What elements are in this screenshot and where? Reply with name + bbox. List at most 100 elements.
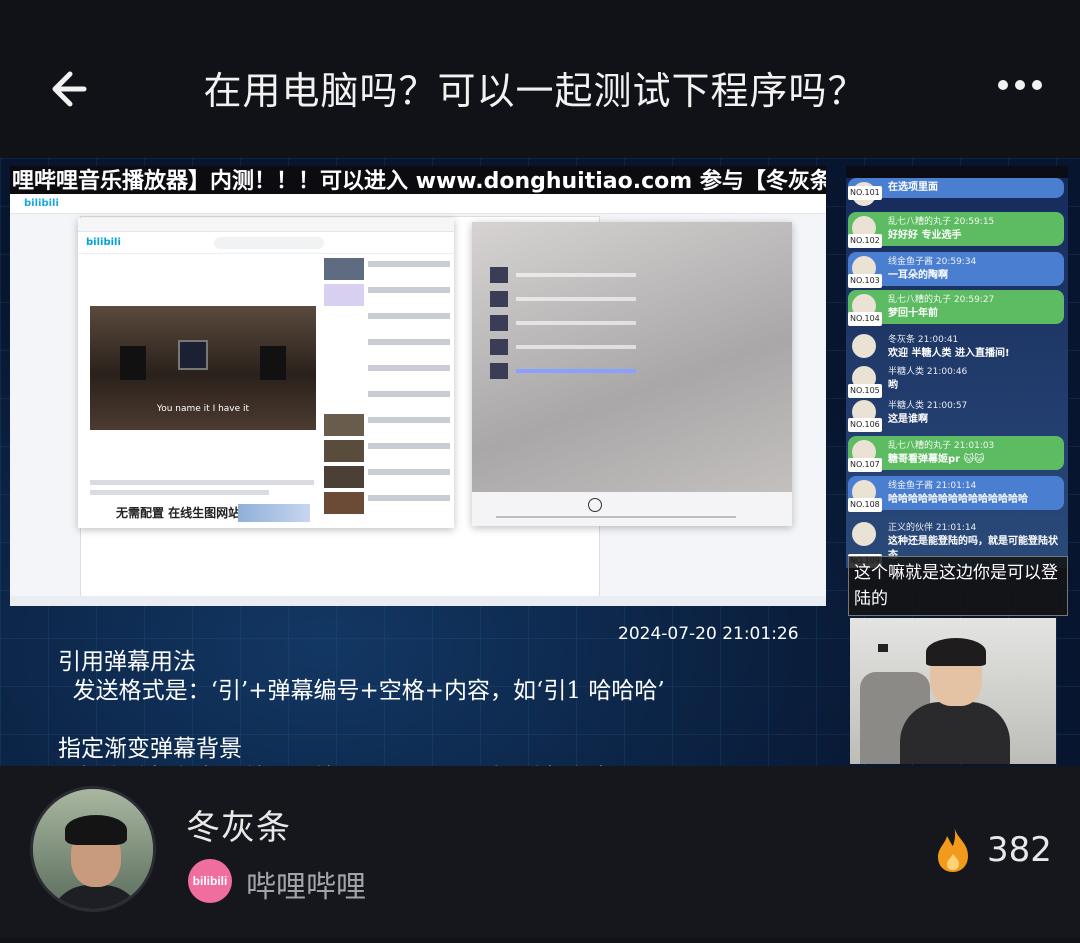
danmaku-message: NO.107 乱七八糟的丸子 21:01:03 糖哥看弹幕姬pr 🐱🐱 bbox=[848, 436, 1064, 472]
danmaku-sender: 乱七八糟的丸子 20:59:27 bbox=[888, 295, 995, 305]
video-player: You name it I have it bbox=[90, 306, 316, 430]
live-stream-video[interactable]: 哩哔哩音乐播放器】内测！！！可以进入 www.donghuitiao.com 参… bbox=[0, 158, 1080, 766]
list-item bbox=[324, 310, 450, 332]
danmaku-text: 这是谁啊 bbox=[888, 414, 928, 425]
shared-screen: bilibili bilibili You name it I have it bbox=[10, 194, 826, 606]
avatar[interactable] bbox=[30, 786, 156, 912]
danmaku-text: 梦回十年前 bbox=[888, 308, 938, 319]
playback-progress bbox=[496, 516, 736, 518]
streamer-body bbox=[900, 702, 1010, 764]
platform-name: 哔哩哔哩 bbox=[246, 870, 366, 905]
list-item bbox=[324, 336, 450, 358]
danmaku-message: NO.105 半糖人类 21:00:46 哟 bbox=[848, 362, 1064, 398]
bilibili-logo-icon: bilibili bbox=[24, 198, 59, 209]
video-description bbox=[90, 480, 314, 500]
danmaku-message: NO.101 在选项里面 bbox=[848, 178, 1064, 206]
danmaku-text: 哈哈哈哈哈哈哈哈哈哈哈哈哈哈 bbox=[888, 494, 1028, 505]
browser-topnav: bilibili bbox=[10, 194, 826, 214]
fire-icon bbox=[938, 826, 968, 872]
list-item bbox=[324, 414, 450, 436]
page-title: 在用电脑吗？可以一起测试下程序吗？ bbox=[203, 69, 867, 113]
streamer-name[interactable]: 冬灰条 bbox=[186, 800, 291, 849]
list-item bbox=[324, 466, 450, 488]
streamer-webcam bbox=[850, 618, 1056, 764]
live-room-screen: 在用电脑吗？可以一起测试下程序吗？ 哩哔哩音乐播放器】内测！！！可以进入 www… bbox=[0, 0, 1080, 943]
bilibili-video-window: bilibili You name it I have it 无需配置 在线生图… bbox=[78, 218, 454, 528]
wall-socket bbox=[878, 644, 888, 652]
recommend-list bbox=[324, 258, 450, 524]
danmaku-message: NO.103 线金鱼子酱 20:59:34 一耳朵的陶啊 bbox=[848, 252, 1064, 288]
track-row bbox=[490, 362, 780, 380]
speaker-left bbox=[120, 346, 146, 380]
danmaku-sender: 半糖人类 21:00:57 bbox=[888, 401, 968, 411]
windows-taskbar bbox=[10, 596, 826, 606]
danmaku-sender: 冬灰条 21:00:41 bbox=[888, 335, 959, 345]
danmaku-panel: NO.101 在选项里面 NO.102 乱七八糟的丸子 20:59:15 好好好 专业选… bbox=[846, 166, 1068, 568]
danmaku-text: 在选项里面 bbox=[888, 182, 938, 193]
instruction-line bbox=[58, 706, 665, 735]
list-item bbox=[324, 362, 450, 384]
back-arrow-icon[interactable] bbox=[44, 62, 100, 118]
instruction-line: 发送格式是：‘引’+弹幕编号+空格+内容，如‘引1 哈哈哈’ bbox=[58, 678, 665, 704]
danmaku-text: 哟 bbox=[888, 380, 898, 391]
list-item bbox=[324, 284, 450, 306]
playback-controls bbox=[472, 492, 792, 526]
danmaku-avatar bbox=[852, 522, 876, 546]
danmaku-message: NO.104 乱七八糟的丸子 20:59:27 梦回十年前 bbox=[848, 290, 1064, 326]
danmaku-message: 冬灰条 21:00:41 欢迎 半糖人类 进入直播间! bbox=[848, 330, 1064, 364]
track-row bbox=[490, 314, 780, 332]
danmaku-message: NO.106 半糖人类 21:00:57 这是谁啊 bbox=[848, 396, 1064, 432]
danmaku-sender: 正义的伙伴 21:01:14 bbox=[888, 523, 977, 533]
instruction-line: 指定渐变弹幕背景 bbox=[58, 736, 242, 762]
list-item bbox=[324, 258, 450, 280]
bilibili-logo-icon: bilibili bbox=[86, 237, 121, 248]
ad-banner: 无需配置 在线生图网站 bbox=[88, 502, 316, 524]
list-item bbox=[324, 388, 450, 410]
danmaku-number: NO.107 bbox=[848, 458, 882, 472]
danmaku-number: NO.102 bbox=[848, 234, 882, 248]
site-search-bar bbox=[214, 237, 324, 249]
danmaku-number: NO.103 bbox=[848, 274, 882, 288]
danmaku-number: NO.106 bbox=[848, 418, 882, 432]
danmaku-message: NO.102 乱七八糟的丸子 20:59:15 好好好 专业选手 bbox=[848, 212, 1064, 248]
danmaku-number: NO.108 bbox=[848, 498, 882, 512]
danmaku-message: NO.108 线金鱼子酱 21:01:14 哈哈哈哈哈哈哈哈哈哈哈哈哈哈 bbox=[848, 476, 1064, 512]
track-row bbox=[490, 266, 780, 284]
stream-timestamp: 2024-07-20 21:01:26 bbox=[618, 624, 799, 644]
list-item bbox=[324, 492, 450, 514]
danmaku-sender: 乱七八糟的丸子 20:59:15 bbox=[888, 217, 995, 227]
instruction-line: 引用弹幕用法 bbox=[58, 649, 196, 675]
danmaku-number: NO.101 bbox=[848, 186, 882, 200]
bottom-edge bbox=[0, 938, 1080, 943]
danmaku-text: 好好好 专业选手 bbox=[888, 230, 962, 241]
speech-subtitle: 这个嘛就是这边你是可以登陆的 bbox=[848, 556, 1068, 616]
danmaku-number: NO.104 bbox=[848, 312, 882, 326]
danmaku-sender: 线金鱼子酱 20:59:34 bbox=[888, 257, 977, 267]
studio-monitor bbox=[178, 340, 208, 370]
ad-image bbox=[238, 504, 310, 522]
danmaku-sender: 乱七八糟的丸子 21:01:03 bbox=[888, 441, 995, 451]
list-item bbox=[324, 440, 450, 462]
danmaku-instructions: 引用弹幕用法 发送格式是：‘引’+弹幕编号+空格+内容，如‘引1 哈哈哈’ 指定渐… bbox=[58, 648, 665, 766]
more-dots-icon[interactable] bbox=[998, 80, 1044, 96]
danmaku-text: 欢迎 半糖人类 进入直播间! bbox=[888, 348, 1010, 359]
track-row bbox=[490, 290, 780, 308]
site-nav: bilibili bbox=[78, 232, 454, 254]
popularity-count: 382 bbox=[987, 830, 1052, 870]
streamer-hair bbox=[926, 638, 986, 666]
danmaku-text: 糖哥看弹幕姬pr 🐱🐱 bbox=[888, 454, 985, 465]
danmaku-avatar bbox=[852, 334, 876, 358]
panel-header bbox=[846, 166, 1068, 178]
window-titlebar bbox=[78, 218, 454, 232]
video-caption: You name it I have it bbox=[156, 404, 250, 414]
track-row bbox=[490, 338, 780, 356]
music-player-window bbox=[472, 222, 792, 526]
play-pause-icon bbox=[588, 498, 602, 512]
danmaku-sender: 半糖人类 21:00:46 bbox=[888, 367, 968, 377]
streamer-info-bar: 冬灰条 bilibili 哔哩哔哩 382 bbox=[0, 766, 1080, 943]
bilibili-logo-icon: bilibili bbox=[188, 859, 232, 903]
top-bar: 在用电脑吗？可以一起测试下程序吗？ bbox=[0, 0, 1080, 155]
ad-text: 无需配置 在线生图网站 bbox=[116, 506, 241, 520]
speaker-right bbox=[260, 346, 286, 380]
danmaku-text: 一耳朵的陶啊 bbox=[888, 270, 948, 281]
